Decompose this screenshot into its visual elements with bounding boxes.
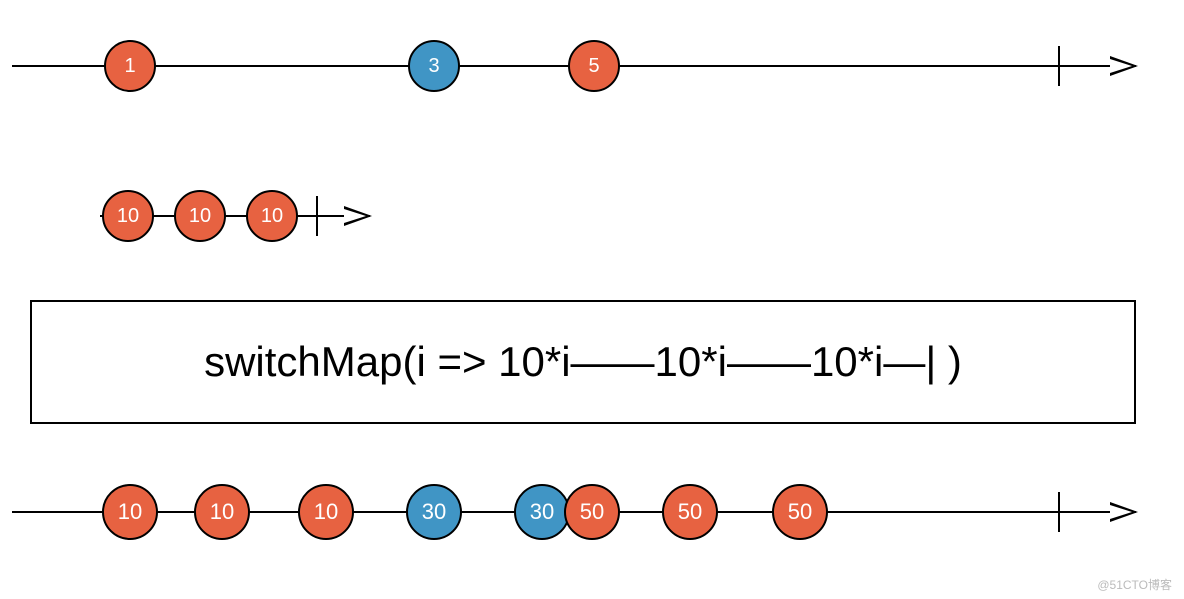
marble-label: 10 [210,499,234,525]
marble-label: 50 [788,499,812,525]
marble-label: 5 [588,55,599,78]
marble-label: 30 [422,499,446,525]
marble-label: 10 [117,205,139,228]
source-complete-tick [1058,46,1060,86]
watermark: @51CTO博客 [1097,576,1172,593]
source-marble-5: 5 [568,40,620,92]
marble-label: 50 [678,499,702,525]
marble-label: 10 [261,205,283,228]
operator-label: switchMap(i => 10*i——10*i——10*i—| ) [204,338,962,386]
output-marble-7: 50 [772,484,828,540]
marble-label: 10 [189,205,211,228]
output-arrow-icon [1110,502,1138,522]
output-marble-5: 50 [564,484,620,540]
marble-label: 10 [314,499,338,525]
output-marble-4: 30 [514,484,570,540]
operator-box: switchMap(i => 10*i——10*i——10*i—| ) [30,300,1136,424]
output-marble-1: 10 [194,484,250,540]
marble-label: 30 [530,499,554,525]
inner-marble-2: 10 [246,190,298,242]
marble-label: 3 [428,55,439,78]
inner-marble-0: 10 [102,190,154,242]
output-marble-3: 30 [406,484,462,540]
output-marble-0: 10 [102,484,158,540]
marble-label: 10 [118,499,142,525]
marble-label: 50 [580,499,604,525]
inner-complete-tick [316,196,318,236]
source-marble-3: 3 [408,40,460,92]
source-marble-1: 1 [104,40,156,92]
output-marble-6: 50 [662,484,718,540]
inner-marble-1: 10 [174,190,226,242]
output-complete-tick [1058,492,1060,532]
output-marble-2: 10 [298,484,354,540]
source-arrow-icon [1110,56,1138,76]
marble-label: 1 [124,55,135,78]
inner-arrow-icon [344,206,372,226]
